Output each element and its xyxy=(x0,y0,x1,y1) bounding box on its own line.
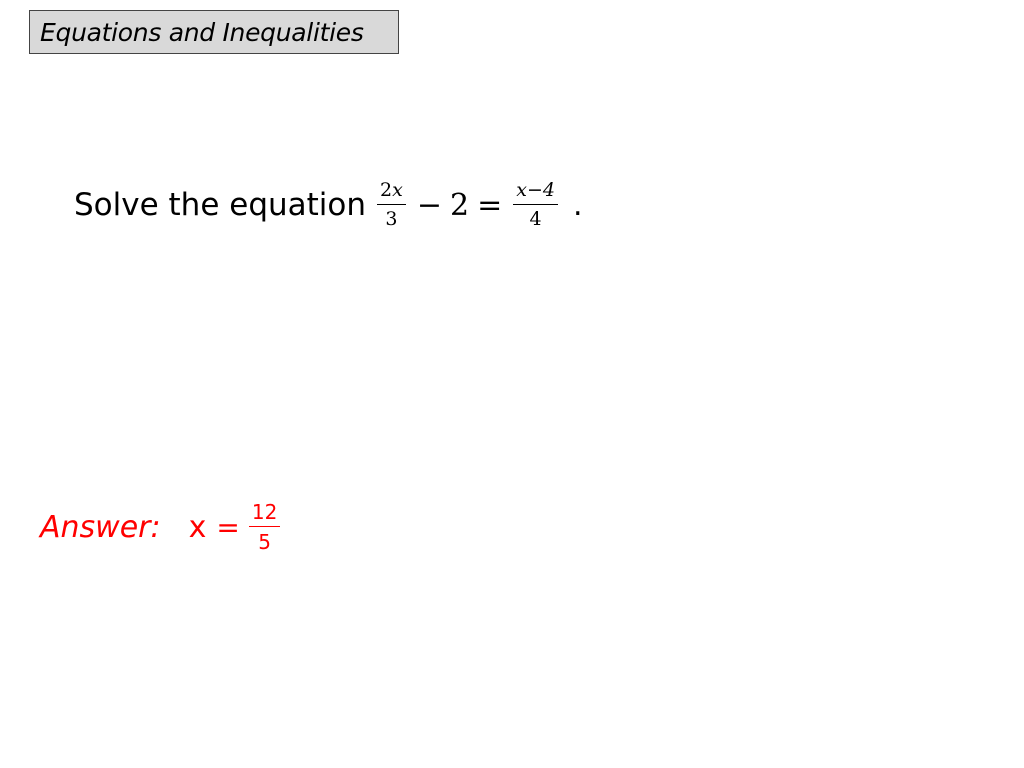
answer-variable: x xyxy=(188,509,207,545)
minus-sign: − xyxy=(416,187,442,223)
lhs-numerator: 2x xyxy=(377,178,406,204)
lhs-denominator: 3 xyxy=(385,208,398,231)
equation: 2x 3 − 2 = x−4 4 xyxy=(374,178,561,231)
slide: Equations and Inequalities Solve the equ… xyxy=(0,0,1024,768)
question-prompt: Solve the equation xyxy=(74,187,367,223)
answer-equals: = xyxy=(216,510,240,544)
answer-label: Answer: xyxy=(40,509,161,545)
question: Solve the equation 2x 3 − 2 = x−4 4 . xyxy=(74,170,583,240)
answer-numerator: 12 xyxy=(251,499,278,524)
answer: Answer: x = 12 5 xyxy=(40,494,283,560)
lhs-numerator-var: x xyxy=(392,178,403,201)
page-title: Equations and Inequalities xyxy=(40,17,364,47)
equals-sign: = xyxy=(477,187,503,223)
lhs-numerator-coeff: 2 xyxy=(380,178,393,201)
lhs-fraction: 2x 3 xyxy=(377,178,406,231)
title-box: Equations and Inequalities xyxy=(29,10,399,54)
answer-fraction: 12 5 xyxy=(248,499,281,555)
rhs-fraction: x−4 4 xyxy=(513,178,558,231)
rhs-numerator: x−4 xyxy=(516,178,555,201)
constant: 2 xyxy=(450,187,470,223)
trailing-period: . xyxy=(572,187,583,223)
answer-denominator: 5 xyxy=(258,530,271,555)
rhs-denominator: 4 xyxy=(529,208,542,231)
